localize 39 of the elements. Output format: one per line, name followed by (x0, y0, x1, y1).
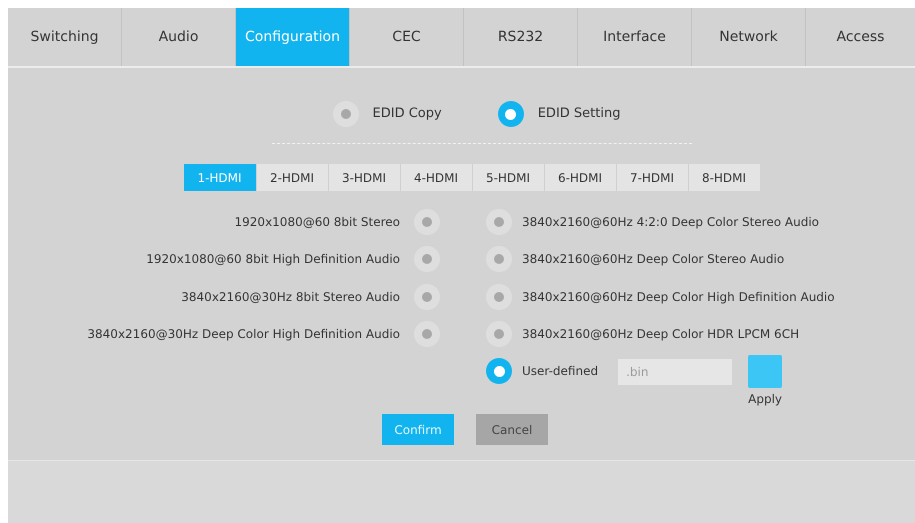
radio-label: EDID Copy (372, 105, 442, 124)
input-tab[interactable]: 6-HDMI (544, 164, 616, 191)
nav-tab[interactable]: CEC (350, 8, 464, 66)
radio-button[interactable] (332, 101, 359, 127)
nav-tab[interactable]: Switching (8, 8, 122, 66)
option-label: 1920x1080@60 8bit High Definition Audio (146, 251, 400, 268)
radio-button[interactable] (414, 321, 440, 348)
nav-tab[interactable]: Access (806, 8, 915, 66)
option-label: 3840x2160@30Hz 8bit Stereo Audio (181, 288, 400, 306)
input-tab[interactable]: 5-HDMI (472, 164, 544, 191)
option-label: 3840x2160@60Hz Deep Color High Definition Audio (522, 288, 835, 306)
radio-button[interactable] (486, 321, 512, 348)
option-label: 3840x2160@30Hz Deep Color High Definition Audio (87, 326, 400, 344)
radio-button[interactable] (486, 208, 512, 235)
radio-button[interactable] (486, 284, 512, 310)
apply-label: Apply (748, 391, 782, 408)
nav-tab[interactable]: Interface (578, 8, 692, 66)
radio-button[interactable] (486, 358, 512, 384)
cancel-button[interactable]: Cancel (476, 414, 548, 445)
radio-label: User-defined (522, 363, 598, 380)
input-tab[interactable]: 8-HDMI (688, 164, 760, 191)
option-label: 3840x2160@60Hz Deep Color HDR LPCM 6CH (522, 326, 800, 344)
radio-button[interactable] (414, 284, 440, 310)
nav-tab[interactable]: RS232 (464, 8, 578, 66)
option-label: 1920x1080@60 8bit Stereo (234, 214, 400, 231)
radio-label: EDID Setting (538, 105, 620, 124)
radio-button[interactable] (414, 208, 440, 235)
option-label: 3840x2160@60Hz Deep Color Stereo Audio (522, 251, 784, 268)
apply-button[interactable] (748, 355, 782, 388)
radio-button[interactable] (486, 246, 512, 272)
input-tab[interactable]: 3-HDMI (328, 164, 400, 191)
radio-button[interactable] (498, 101, 524, 127)
option-label: 3840x2160@60Hz 4:2:0 Deep Color Stereo Audio (522, 214, 819, 231)
input-tab[interactable]: 2-HDMI (256, 164, 328, 191)
nav-tab[interactable]: Network (692, 8, 806, 66)
radio-button[interactable] (414, 246, 440, 272)
input-tab[interactable]: 4-HDMI (400, 164, 472, 191)
input-tab[interactable]: 7-HDMI (616, 164, 688, 191)
file-name-field[interactable]: .bin (618, 359, 732, 385)
